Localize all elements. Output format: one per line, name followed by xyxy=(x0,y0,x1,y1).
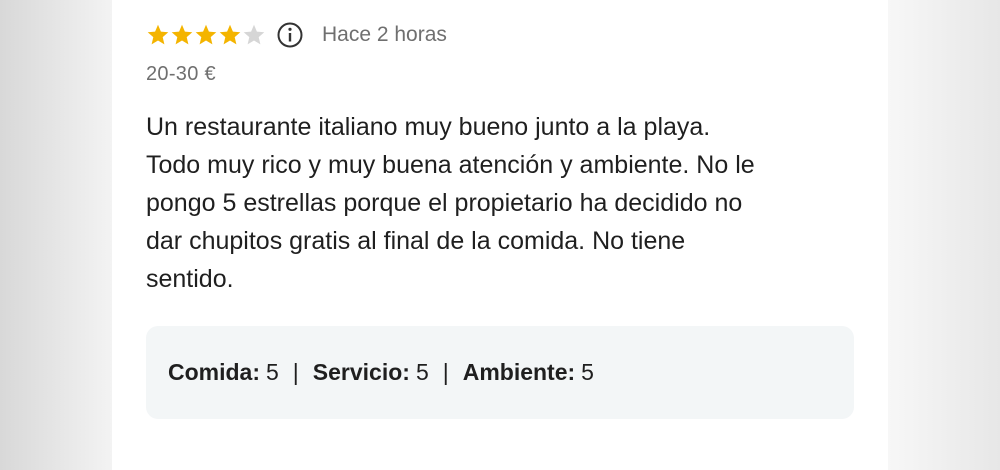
background-left xyxy=(0,0,112,470)
ratings-breakdown: Comida: 5 | Servicio: 5 | Ambiente: 5 xyxy=(146,326,854,419)
score-separator: | xyxy=(292,359,299,385)
review-time: Hace 2 horas xyxy=(322,23,447,46)
star-icon xyxy=(147,24,169,45)
service-score-value: 5 xyxy=(415,359,429,385)
star-rating xyxy=(146,23,266,47)
price-range: 20-30 € xyxy=(146,63,216,85)
food-score-value: 5 xyxy=(266,359,279,385)
review-meta-row: Hace 2 horas xyxy=(146,19,447,51)
review-text: Un restaurante italiano muy bueno junto … xyxy=(146,113,755,293)
ambience-score-value: 5 xyxy=(581,359,594,385)
ambience-score-label: Ambiente: xyxy=(462,359,576,385)
score-separator: | xyxy=(442,359,449,385)
star-icon xyxy=(171,24,193,45)
food-score-label: Comida: xyxy=(168,359,260,385)
star-empty-icon xyxy=(243,24,265,45)
background-right xyxy=(888,0,1000,470)
info-icon[interactable] xyxy=(276,21,304,49)
service-score-label: Servicio: xyxy=(312,359,410,385)
star-icon xyxy=(219,24,241,45)
star-icon xyxy=(195,24,217,45)
